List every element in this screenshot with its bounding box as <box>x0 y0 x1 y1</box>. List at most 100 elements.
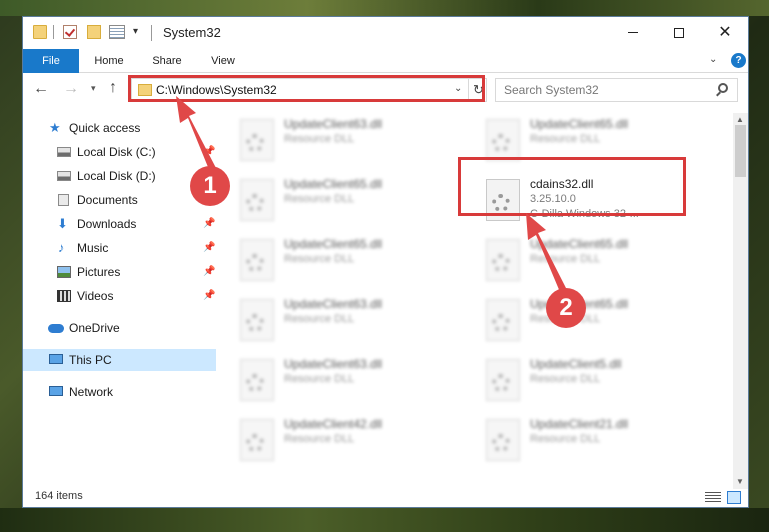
dll-file-icon <box>240 419 274 461</box>
ribbon-tabs: File Home Share View ⌄ ? <box>23 49 748 73</box>
file-item[interactable]: UpdateClient65.dll Resource DLL <box>240 177 470 227</box>
sidebar-item-onedrive[interactable]: OneDrive <box>23 317 216 339</box>
sidebar-item-downloads[interactable]: ⬇ Downloads 📌 <box>23 213 216 235</box>
sidebar-item-label: Downloads <box>77 217 137 231</box>
sidebar-item-this-pc[interactable]: This PC <box>23 349 216 371</box>
dll-file-icon <box>240 299 274 341</box>
navigation-bar: ← → ▾ ↑ C:\Windows\System32 ⌄ ↻ <box>23 74 748 106</box>
tab-home[interactable]: Home <box>89 49 129 73</box>
sidebar-item-music[interactable]: ♪ Music 📌 <box>23 237 216 259</box>
tab-file[interactable]: File <box>23 49 79 73</box>
star-icon: ★ <box>49 120 61 135</box>
title-bar: ▾ System32 ✕ <box>23 17 748 49</box>
file-item[interactable]: UpdateClient5.dll Resource DLL <box>486 357 716 407</box>
file-item[interactable]: UpdateClient65.dll Resource DLL <box>486 237 716 287</box>
file-name: UpdateClient65.dll <box>530 117 629 131</box>
file-item[interactable]: UpdateClient65.dll Resource DLL <box>240 237 470 287</box>
minimize-button[interactable] <box>610 17 656 49</box>
videos-icon <box>57 290 71 302</box>
folder-icon[interactable] <box>33 25 47 39</box>
sidebar-item-label: Network <box>69 385 114 399</box>
pin-icon[interactable]: 📌 <box>203 213 215 235</box>
back-arrow-icon[interactable]: ← <box>33 80 49 98</box>
help-icon[interactable]: ? <box>731 53 746 68</box>
file-description: Resource DLL <box>284 253 355 265</box>
file-item[interactable]: UpdateClient63.dll Resource DLL <box>240 297 470 347</box>
scroll-down-arrow-icon[interactable]: ▼ <box>736 477 744 486</box>
file-name: UpdateClient21.dll <box>530 417 629 431</box>
sidebar-item-label: Documents <box>77 193 138 207</box>
tab-view[interactable]: View <box>203 49 243 73</box>
dll-file-icon <box>240 359 274 401</box>
large-icons-view-icon[interactable] <box>727 491 741 504</box>
expand-ribbon-chevron-icon[interactable]: ⌄ <box>709 54 717 65</box>
file-item[interactable]: UpdateClient63.dll Resource DLL <box>240 357 470 407</box>
scroll-up-arrow-icon[interactable]: ▲ <box>736 115 744 124</box>
properties-icon[interactable] <box>109 25 125 39</box>
sidebar-item-videos[interactable]: Videos 📌 <box>23 285 216 307</box>
file-item[interactable]: UpdateClient63.dll Resource DLL <box>240 117 470 167</box>
file-item[interactable]: UpdateClient21.dll Resource DLL <box>486 417 716 467</box>
tab-share[interactable]: Share <box>147 49 187 73</box>
sidebar-item-label: Quick access <box>69 121 141 135</box>
file-description: Resource DLL <box>530 133 601 145</box>
vertical-scrollbar[interactable]: ▲ ▼ <box>733 113 748 489</box>
sidebar-item-documents[interactable]: Documents 📌 <box>23 189 216 211</box>
sidebar-item-network[interactable]: Network <box>23 381 216 403</box>
recent-locations-chevron-icon[interactable]: ▾ <box>91 83 96 94</box>
customize-toolbar-chevron-down-icon[interactable]: ▾ <box>133 26 138 37</box>
details-view-icon[interactable] <box>705 492 721 503</box>
file-name: UpdateClient63.dll <box>284 297 383 311</box>
dll-file-icon <box>240 179 274 221</box>
desktop-background-bottom <box>0 508 769 532</box>
status-bar: 164 items <box>23 489 748 507</box>
computer-icon <box>49 354 63 364</box>
network-icon <box>49 386 63 396</box>
file-description: Resource DLL <box>530 253 601 265</box>
sidebar-item-local-disk-d[interactable]: Local Disk (D:) <box>23 165 216 187</box>
dll-file-icon <box>486 419 520 461</box>
callout-badge-2: 2 <box>546 288 586 328</box>
file-item[interactable]: UpdateClient65.dll Resource DLL <box>486 297 716 347</box>
dll-file-icon <box>486 359 520 401</box>
scrollbar-thumb[interactable] <box>735 125 746 177</box>
close-icon: ✕ <box>718 24 732 41</box>
sidebar-item-label: OneDrive <box>69 321 120 335</box>
pin-icon[interactable]: 📌 <box>203 237 215 259</box>
address-bar-highlight <box>128 75 485 102</box>
file-description: Resource DLL <box>530 433 601 445</box>
item-count: 164 items <box>35 490 83 502</box>
file-description: Resource DLL <box>284 433 355 445</box>
dll-file-icon <box>486 299 520 341</box>
up-arrow-icon[interactable]: ↑ <box>109 79 117 97</box>
sidebar-item-label: This PC <box>69 353 112 367</box>
file-name: UpdateClient65.dll <box>284 177 383 191</box>
new-folder-icon[interactable] <box>87 25 101 39</box>
sidebar-item-pictures[interactable]: Pictures 📌 <box>23 261 216 283</box>
properties-check-icon[interactable] <box>63 25 77 39</box>
pin-icon[interactable]: 📌 <box>203 285 215 307</box>
file-name: UpdateClient42.dll <box>284 417 383 431</box>
file-name: UpdateClient63.dll <box>284 357 383 371</box>
dll-file-icon <box>486 239 520 281</box>
onedrive-icon <box>48 324 64 333</box>
search-box[interactable] <box>495 78 738 102</box>
close-button[interactable]: ✕ <box>702 17 748 49</box>
search-input[interactable] <box>504 83 704 97</box>
file-highlight <box>458 157 686 216</box>
desktop-background-top <box>0 0 769 16</box>
pictures-icon <box>57 266 71 278</box>
dll-file-icon <box>486 119 520 161</box>
sidebar-item-label: Music <box>77 241 109 255</box>
pin-icon[interactable]: 📌 <box>203 261 215 283</box>
sidebar-item-local-disk-c[interactable]: Local Disk (C:) 📌 <box>23 141 216 163</box>
maximize-button[interactable] <box>656 17 702 49</box>
file-description: Resource DLL <box>284 313 355 325</box>
minimize-icon <box>628 32 638 34</box>
music-icon: ♪ <box>58 240 65 255</box>
file-item[interactable]: UpdateClient42.dll Resource DLL <box>240 417 470 467</box>
pin-icon[interactable]: 📌 <box>203 141 215 163</box>
forward-arrow-icon[interactable]: → <box>63 80 79 98</box>
sidebar-item-quick-access[interactable]: ★ Quick access <box>23 117 216 139</box>
search-icon[interactable] <box>718 83 728 93</box>
